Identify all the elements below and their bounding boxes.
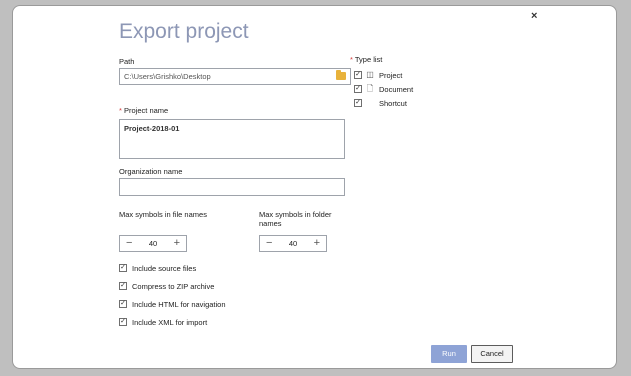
- checkbox[interactable]: ✓: [119, 300, 127, 308]
- type-item-label: Project: [379, 70, 403, 80]
- checkbox[interactable]: ✓: [354, 71, 362, 79]
- path-value: C:\Users\Grishko\Desktop: [124, 72, 211, 81]
- max-file-symbols-label: Max symbols in file names: [119, 210, 207, 219]
- path-label: Path: [119, 57, 135, 66]
- checkbox[interactable]: ✓: [354, 85, 362, 93]
- increment-button[interactable]: +: [314, 237, 320, 249]
- path-field[interactable]: C:\Users\Grishko\Desktop: [119, 68, 351, 85]
- dialog-title: Export project: [119, 20, 249, 43]
- option-include-html[interactable]: ✓ Include HTML for navigation: [119, 298, 226, 310]
- checkbox[interactable]: ✓: [119, 282, 127, 290]
- project-name-label-text: Project name: [124, 106, 169, 115]
- export-project-dialog: × Export project Path C:\Users\Grishko\D…: [12, 5, 617, 369]
- max-folder-symbols-label-line2: names: [259, 219, 282, 228]
- run-button[interactable]: Run: [431, 345, 467, 363]
- type-list-label: * Type list: [350, 55, 382, 64]
- option-label: Include HTML for navigation: [132, 299, 226, 309]
- required-mark: *: [350, 55, 353, 64]
- type-item-project[interactable]: ✓ ◫ Project: [354, 69, 402, 81]
- checkbox[interactable]: ✓: [119, 264, 127, 272]
- type-item-label: Document: [379, 84, 414, 94]
- project-name-input[interactable]: Project-2018-01: [119, 119, 345, 159]
- shortcut-icon-placeholder: [366, 98, 374, 108]
- required-mark: *: [119, 106, 122, 115]
- max-folder-symbols-stepper: − 40 +: [259, 235, 327, 252]
- cancel-button[interactable]: Cancel: [471, 345, 513, 363]
- type-item-shortcut[interactable]: ✓ Shortcut: [354, 97, 407, 109]
- increment-button[interactable]: +: [174, 237, 180, 249]
- organization-name-input[interactable]: [119, 178, 345, 196]
- option-compress-zip[interactable]: ✓ Compress to ZIP archive: [119, 280, 214, 292]
- max-file-symbols-stepper: − 40 +: [119, 235, 187, 252]
- option-label: Include XML for import: [132, 317, 208, 327]
- option-label: Compress to ZIP archive: [132, 281, 215, 291]
- project-icon: ◫: [366, 70, 374, 79]
- max-folder-symbols-label-line1: Max symbols in folder: [259, 210, 332, 219]
- type-item-document[interactable]: ✓ 🗋 Document: [354, 83, 413, 95]
- organization-name-label: Organization name: [119, 167, 183, 176]
- close-icon[interactable]: ×: [531, 10, 537, 22]
- option-include-source-files[interactable]: ✓ Include source files: [119, 262, 196, 274]
- option-label: Include source files: [132, 263, 197, 273]
- checkbox[interactable]: ✓: [354, 99, 362, 107]
- folder-icon[interactable]: [336, 70, 346, 80]
- project-name-label: * Project name: [119, 106, 168, 115]
- type-item-label: Shortcut: [379, 98, 407, 108]
- type-list-label-text: Type list: [354, 55, 383, 64]
- document-icon: 🗋: [366, 84, 374, 93]
- option-include-xml[interactable]: ✓ Include XML for import: [119, 316, 207, 328]
- checkbox[interactable]: ✓: [119, 318, 127, 326]
